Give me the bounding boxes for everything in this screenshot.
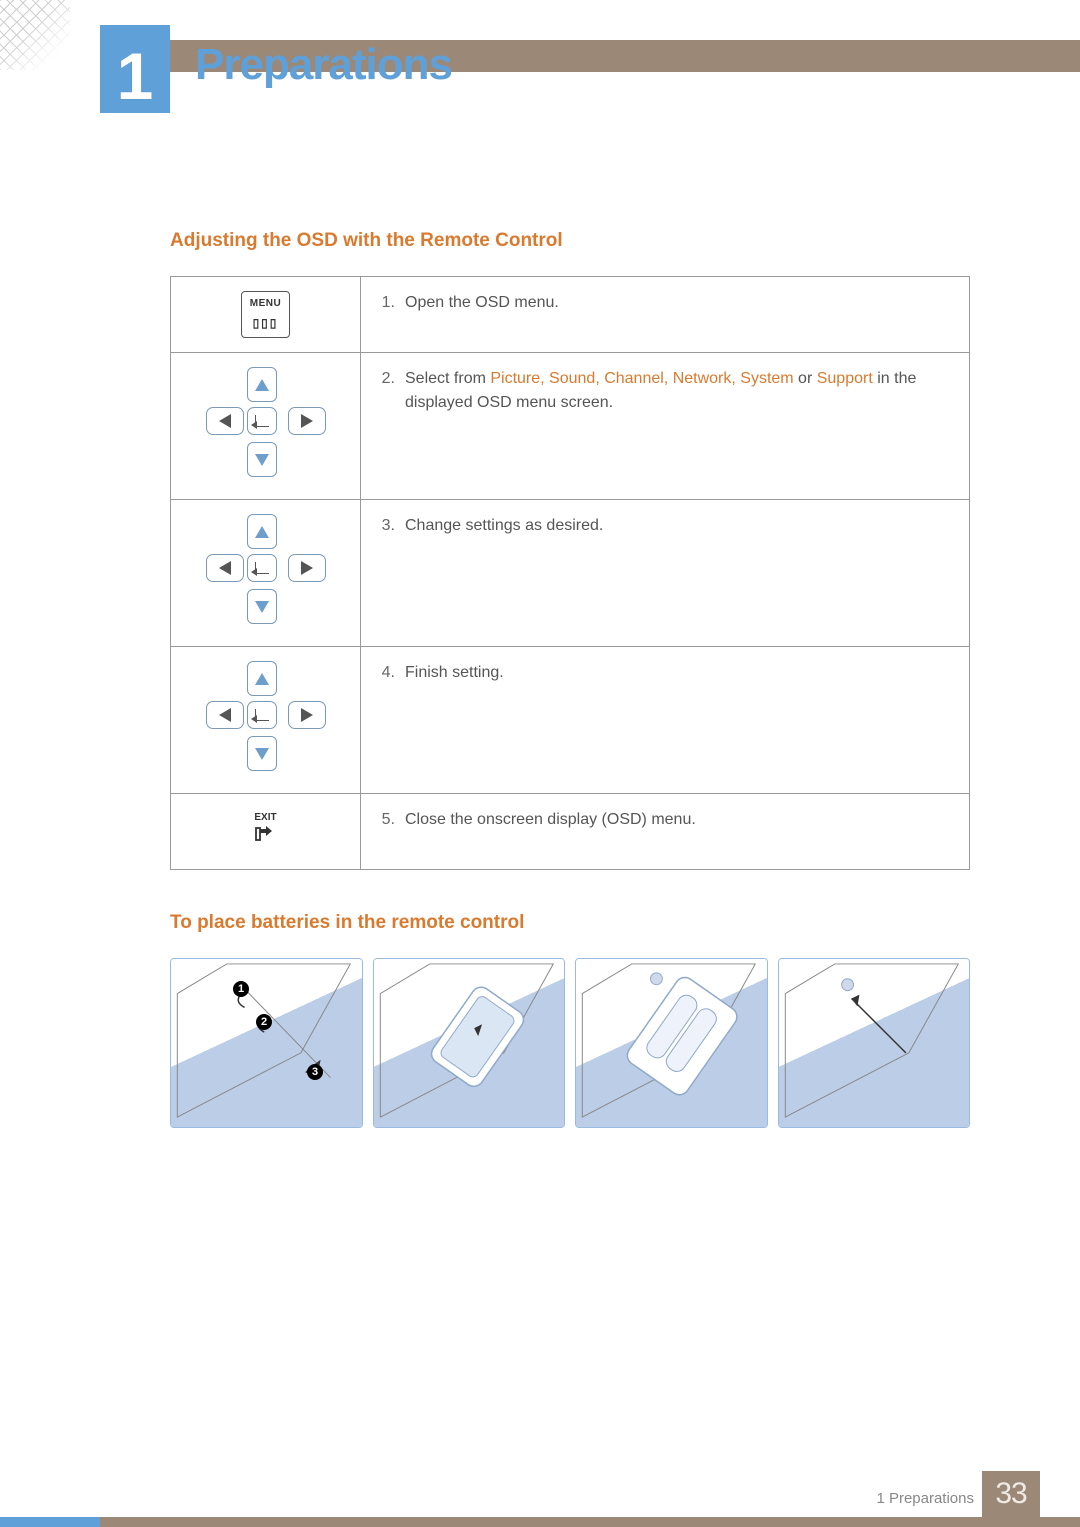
section-heading-adjusting: Adjusting the OSD with the Remote Contro… — [170, 230, 970, 252]
page-number: 33 — [995, 1477, 1026, 1511]
table-row: 2. Select from Picture, Sound, Channel, … — [171, 353, 970, 500]
icon-cell: EXIT — [171, 794, 361, 870]
table-row: 4. Finish setting. — [171, 647, 970, 794]
step-text: Close the onscreen display (OSD) menu. — [405, 808, 953, 832]
dpad-left-icon — [206, 554, 244, 582]
dpad-enter-icon — [247, 554, 277, 582]
step-number: 1. — [377, 291, 405, 315]
chapter-number-box: 1 — [100, 25, 170, 113]
battery-diagram-1-icon — [171, 959, 362, 1127]
battery-panel-4 — [778, 958, 971, 1128]
icon-cell — [171, 647, 361, 794]
dpad-up-icon — [247, 367, 277, 402]
step-highlight-2: Support — [817, 370, 873, 387]
callout-bubble: 2 — [256, 1014, 272, 1030]
osd-steps-table: MENU ▯▯▯ 1. Open the OSD menu. — [170, 276, 970, 870]
step-text: Change settings as desired. — [405, 514, 953, 538]
dpad-up-icon — [247, 661, 277, 696]
page-header: 1 Preparations — [0, 0, 1080, 100]
battery-diagram-3-icon — [576, 959, 767, 1127]
battery-diagram-2-icon — [374, 959, 565, 1127]
callout-bubble: 3 — [307, 1064, 323, 1080]
exit-button-icon: EXIT — [248, 808, 284, 855]
battery-panel-2 — [373, 958, 566, 1128]
icon-cell — [171, 353, 361, 500]
page-content: Adjusting the OSD with the Remote Contro… — [0, 100, 1080, 1128]
battery-diagram-4-icon — [779, 959, 970, 1127]
dpad-enter-icon — [247, 407, 277, 435]
corner-hatch-decoration — [0, 0, 70, 70]
step-highlight: Picture, Sound, Channel, Network, System — [490, 370, 793, 387]
step-cell: 4. Finish setting. — [361, 647, 970, 794]
dpad-icon — [206, 514, 326, 624]
chapter-title: Preparations — [195, 40, 452, 90]
callout-bubble: 1 — [233, 981, 249, 997]
icon-cell: MENU ▯▯▯ — [171, 277, 361, 353]
exit-button-label: EXIT — [254, 810, 278, 825]
step-text-prefix: Select from — [405, 370, 490, 387]
step-number: 2. — [377, 367, 405, 415]
step-number: 5. — [377, 808, 405, 832]
chapter-number: 1 — [117, 43, 154, 109]
dpad-icon — [206, 367, 326, 477]
footer-section-ref: 1 Preparations — [876, 1490, 974, 1507]
table-row: 3. Change settings as desired. — [171, 500, 970, 647]
step-cell: 2. Select from Picture, Sound, Channel, … — [361, 353, 970, 500]
menu-button-label: MENU — [250, 296, 281, 311]
step-cell: 3. Change settings as desired. — [361, 500, 970, 647]
step-text-mid: or — [794, 370, 817, 387]
dpad-right-icon — [288, 701, 326, 729]
page-footer: 1 Preparations 33 — [0, 1477, 1080, 1527]
section-heading-batteries: To place batteries in the remote control — [170, 912, 970, 934]
dpad-left-icon — [206, 407, 244, 435]
dpad-left-icon — [206, 701, 244, 729]
icon-cell — [171, 500, 361, 647]
step-text: Open the OSD menu. — [405, 291, 953, 315]
step-text: Finish setting. — [405, 661, 953, 685]
exit-arrow-icon — [254, 825, 278, 845]
battery-panel-1: 1 2 3 — [170, 958, 363, 1128]
table-row: MENU ▯▯▯ 1. Open the OSD menu. — [171, 277, 970, 353]
menu-button-icon: MENU ▯▯▯ — [241, 291, 290, 338]
dpad-right-icon — [288, 554, 326, 582]
footer-band — [0, 1517, 1080, 1527]
dpad-icon — [206, 661, 326, 771]
step-cell: 1. Open the OSD menu. — [361, 277, 970, 353]
dpad-down-icon — [247, 589, 277, 624]
dpad-down-icon — [247, 736, 277, 771]
step-text: Select from Picture, Sound, Channel, Net… — [405, 367, 953, 415]
step-cell: 5. Close the onscreen display (OSD) menu… — [361, 794, 970, 870]
page-number-box: 33 — [982, 1471, 1040, 1517]
step-number: 3. — [377, 514, 405, 538]
dpad-right-icon — [288, 407, 326, 435]
battery-diagram-row: 1 2 3 — [170, 958, 970, 1128]
dpad-down-icon — [247, 442, 277, 477]
battery-panel-3 — [575, 958, 768, 1128]
dpad-enter-icon — [247, 701, 277, 729]
menu-button-slots: ▯▯▯ — [253, 316, 279, 330]
dpad-up-icon — [247, 514, 277, 549]
step-number: 4. — [377, 661, 405, 685]
table-row: EXIT 5. Close the onscreen display (OSD)… — [171, 794, 970, 870]
